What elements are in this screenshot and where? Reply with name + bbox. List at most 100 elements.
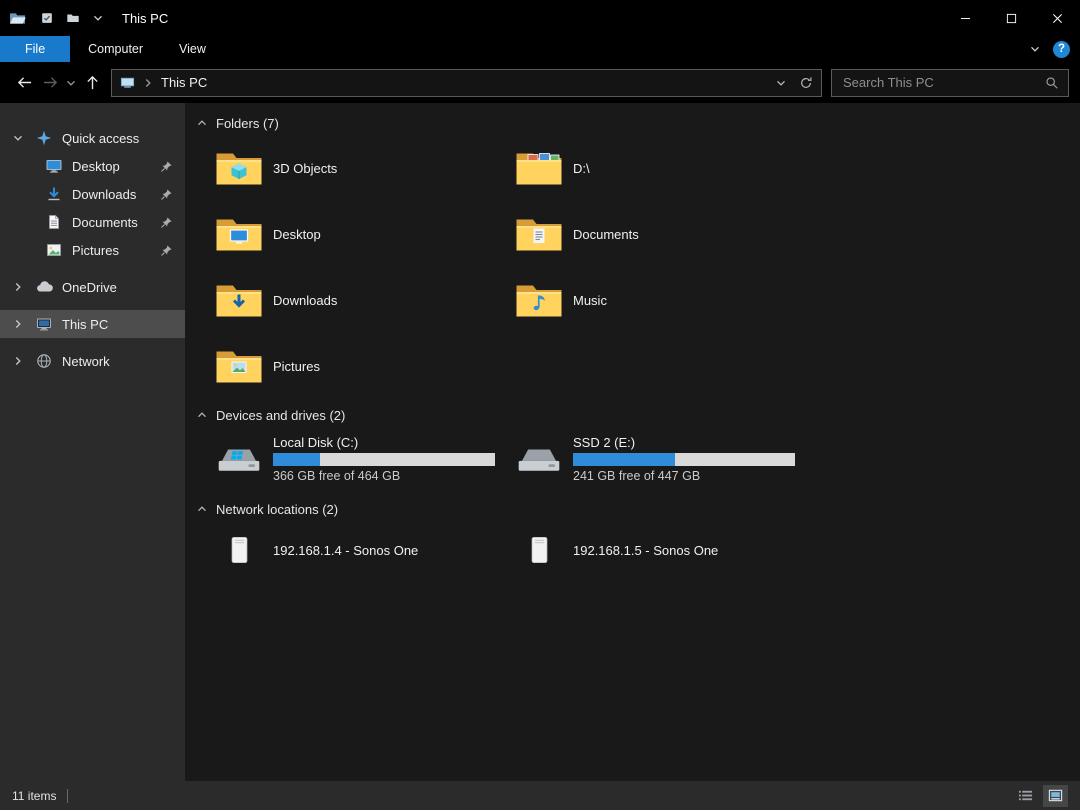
capacity-bar — [573, 453, 795, 466]
folder-tile[interactable]: 3D Objects — [215, 135, 515, 201]
group-header-label: Network locations (2) — [216, 502, 338, 517]
folder-label: Music — [573, 293, 607, 308]
folder-tile[interactable]: Music — [515, 267, 815, 333]
view-toggle-button[interactable] — [1043, 785, 1068, 807]
refresh-icon[interactable] — [799, 76, 813, 90]
quick-access-toolbar-icon[interactable] — [66, 11, 80, 25]
capacity-bar-fill — [573, 453, 675, 466]
drive-free-space: 366 GB free of 464 GB — [273, 469, 495, 483]
breadcrumb-chevron-icon[interactable] — [142, 77, 154, 89]
sidebar-item-label: OneDrive — [62, 280, 117, 295]
search-box — [831, 69, 1069, 97]
drives-group: Devices and drives (2) Local Disk (C:) 3… — [215, 405, 1080, 491]
help-button[interactable]: ? — [1053, 41, 1070, 58]
network-location-tile[interactable]: 192.168.1.4 - Sonos One — [215, 521, 515, 579]
network-location-label: 192.168.1.4 - Sonos One — [273, 543, 418, 558]
drive-label: SSD 2 (E:) — [573, 435, 795, 450]
folder-icon — [215, 149, 263, 187]
search-input[interactable] — [841, 74, 1045, 91]
collapse-group-chevron-icon[interactable] — [196, 503, 208, 515]
status-bar: 11 items — [0, 781, 1080, 810]
pin-icon — [160, 244, 173, 257]
tree-chevron-icon[interactable] — [12, 132, 36, 144]
network-location-tile[interactable]: 192.168.1.5 - Sonos One — [515, 521, 815, 579]
quick-access-toolbar-icon[interactable] — [92, 12, 104, 24]
drive-label: Local Disk (C:) — [273, 435, 495, 450]
ribbon-tab[interactable]: Computer — [70, 36, 161, 62]
folder-tile[interactable]: D:\ — [515, 135, 815, 201]
sidebar-item[interactable]: Pictures — [0, 236, 185, 264]
sidebar-item-icon — [36, 316, 56, 332]
back-button[interactable] — [11, 70, 37, 96]
sidebar-item[interactable]: Documents — [0, 208, 185, 236]
drive-free-space: 241 GB free of 447 GB — [573, 469, 795, 483]
quick-access-toolbar-icon[interactable] — [40, 11, 54, 25]
address-dropdown-icon[interactable] — [775, 77, 787, 89]
sidebar-item-icon — [46, 186, 66, 202]
folder-icon — [215, 347, 263, 385]
folder-tile[interactable]: Pictures — [215, 333, 515, 399]
sidebar-item[interactable]: Desktop — [0, 152, 185, 180]
drive-tile[interactable]: Local Disk (C:) 366 GB free of 464 GB — [215, 427, 515, 491]
sidebar-item-icon — [36, 281, 56, 293]
search-icon[interactable] — [1045, 76, 1059, 90]
folder-label: Pictures — [273, 359, 320, 374]
folder-icon — [515, 281, 563, 319]
breadcrumb[interactable]: This PC — [161, 75, 207, 90]
view-toggles — [1013, 785, 1068, 807]
drive-tile[interactable]: SSD 2 (E:) 241 GB free of 447 GB — [515, 427, 815, 491]
folder-tile[interactable]: Desktop — [215, 201, 515, 267]
folder-label: Desktop — [273, 227, 321, 242]
close-button[interactable] — [1034, 0, 1080, 36]
folder-tile[interactable]: Documents — [515, 201, 815, 267]
folder-icon — [215, 281, 263, 319]
drive-icon — [515, 442, 563, 476]
sidebar-item-label: Pictures — [72, 243, 119, 258]
drive-icon — [215, 442, 263, 476]
sidebar-item[interactable]: Network — [0, 347, 185, 375]
tree-chevron-icon[interactable] — [12, 318, 36, 330]
caption-buttons — [942, 0, 1080, 36]
sidebar-item[interactable]: OneDrive — [0, 273, 185, 301]
location-pc-icon — [120, 75, 135, 90]
file-explorer-window: This PC File Computer View ? This PC — [0, 0, 1080, 810]
drives-group-header[interactable]: Devices and drives (2) — [196, 405, 1080, 425]
sidebar-item[interactable]: Quick access — [0, 124, 185, 152]
maximize-button[interactable] — [988, 0, 1034, 36]
items-view: Folders (7) 3D Objects D:\ — [185, 103, 1080, 781]
title-bar: This PC — [0, 0, 1080, 36]
collapse-group-chevron-icon[interactable] — [196, 409, 208, 421]
window-title: This PC — [122, 11, 168, 26]
tree-chevron-icon[interactable] — [12, 355, 36, 367]
sidebar-item-icon — [46, 214, 66, 230]
folder-icon — [515, 149, 563, 187]
network-device-icon — [215, 536, 263, 564]
network-group-header[interactable]: Network locations (2) — [196, 499, 1080, 519]
forward-button[interactable] — [37, 70, 63, 96]
folders-group: Folders (7) 3D Objects D:\ — [215, 113, 1080, 399]
collapse-group-chevron-icon[interactable] — [196, 117, 208, 129]
expand-ribbon-chevron-icon[interactable] — [1029, 43, 1041, 55]
group-header-label: Folders (7) — [216, 116, 279, 131]
folder-tile[interactable]: Downloads — [215, 267, 515, 333]
ribbon-tab-strip: File Computer View ? — [0, 36, 1080, 62]
minimize-button[interactable] — [942, 0, 988, 36]
tree-chevron-icon[interactable] — [12, 281, 36, 293]
folder-icon — [215, 215, 263, 253]
view-toggle-button[interactable] — [1013, 785, 1038, 807]
ribbon-right-controls: ? — [1029, 36, 1080, 62]
sidebar-item-label: Downloads — [72, 187, 136, 202]
main-area: Quick access Desktop Downloads — [0, 103, 1080, 781]
sidebar-item[interactable]: Downloads — [0, 180, 185, 208]
quick-access-toolbar — [40, 11, 104, 25]
ribbon-tab[interactable]: File — [0, 36, 70, 62]
sidebar-item-label: This PC — [62, 317, 108, 332]
ribbon-tab[interactable]: View — [161, 36, 224, 62]
network-location-label: 192.168.1.5 - Sonos One — [573, 543, 718, 558]
capacity-bar — [273, 453, 495, 466]
folders-group-header[interactable]: Folders (7) — [196, 113, 1080, 133]
sidebar-item[interactable]: This PC — [0, 310, 185, 338]
address-bar[interactable]: This PC — [111, 69, 822, 97]
recent-locations-chevron-icon[interactable] — [63, 70, 79, 96]
up-button[interactable] — [79, 70, 105, 96]
